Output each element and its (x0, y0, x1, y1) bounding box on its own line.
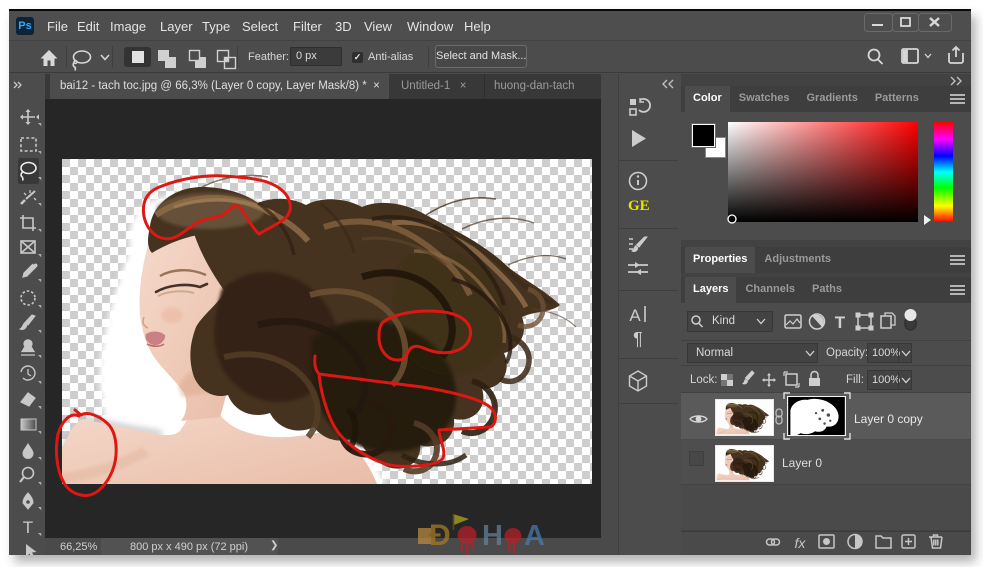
svg-text:A: A (629, 306, 641, 325)
svg-text:T: T (23, 518, 33, 537)
svg-text:T: T (835, 313, 846, 332)
svg-text:A: A (524, 520, 545, 552)
svg-text:Đ: Đ (429, 519, 451, 552)
svg-text:H: H (482, 520, 503, 552)
svg-text:fx: fx (795, 535, 807, 551)
svg-text:¶: ¶ (633, 329, 643, 349)
